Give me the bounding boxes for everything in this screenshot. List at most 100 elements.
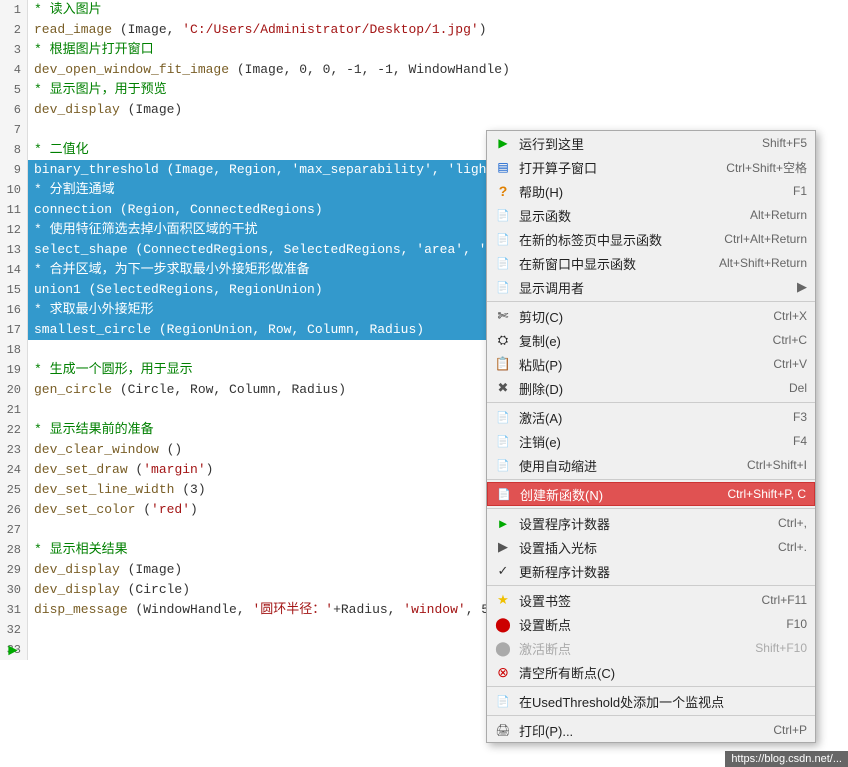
menu-item-shortcut: F3: [793, 410, 807, 424]
menu-item-delete[interactable]: ✖删除(D)Del: [487, 376, 815, 400]
menu-item-label: 更新程序计数器: [519, 562, 610, 581]
line-number: 20: [0, 380, 28, 400]
menu-item-set-bookmark[interactable]: ★设置书签Ctrl+F11: [487, 588, 815, 612]
line-content: dev_display (Image): [28, 100, 182, 120]
line-number: 25: [0, 480, 28, 500]
line-6: 6dev_display (Image): [0, 100, 848, 120]
menu-item-activate-breakpoint[interactable]: ⬤激活断点Shift+F10: [487, 636, 815, 660]
menu-item-clear-breakpoints[interactable]: ⊗清空所有断点(C): [487, 660, 815, 684]
menu-item-label: 设置书签: [519, 591, 571, 610]
line-content: * 二值化: [28, 140, 89, 160]
line-number: 21: [0, 400, 28, 420]
menu-item-label: 激活断点: [519, 639, 571, 658]
line-number: 1: [0, 0, 28, 20]
line-content: dev_set_line_width (3): [28, 480, 206, 500]
menu-item-shortcut: Ctrl+Shift+P, C: [728, 487, 806, 501]
menu-item-show-func-newtab[interactable]: 📄在新的标签页中显示函数Ctrl+Alt+Return: [487, 227, 815, 251]
menu-item-print[interactable]: 🖨 打印(P)... Ctrl+P: [487, 718, 815, 742]
menu-separator: [487, 715, 815, 716]
line-number: 30: [0, 580, 28, 600]
line-content: dev_display (Image): [28, 560, 182, 580]
menu-item-show-func[interactable]: 📄显示函数Alt+Return: [487, 203, 815, 227]
menu-item-help[interactable]: ?帮助(H)F1: [487, 179, 815, 203]
line-content: smallest_circle (RegionUnion, Row, Colum…: [28, 320, 508, 340]
line-3: 3* 根据图片打开窗口: [0, 40, 848, 60]
line-content: * 读入图片: [28, 0, 102, 20]
menu-item-set-breakpoint[interactable]: ⬤设置断点F10: [487, 612, 815, 636]
menu-separator: [487, 508, 815, 509]
line-number: 6: [0, 100, 28, 120]
menu-item-update-pc[interactable]: ✓更新程序计数器: [487, 559, 815, 583]
menu-item-label: 在UsedThreshold处添加一个监视点: [519, 692, 724, 711]
line-number: 19: [0, 360, 28, 380]
doc-icon: 📄: [493, 209, 513, 222]
menu-item-copy[interactable]: ⛭复制(e)Ctrl+C: [487, 328, 815, 352]
line-content: connection (Region, ConnectedRegions): [28, 200, 508, 220]
menu-item-new-function[interactable]: 📄创建新函数(N)Ctrl+Shift+P, C: [487, 482, 815, 506]
menu-separator: [487, 402, 815, 403]
line-number: 16: [0, 300, 28, 320]
line-number: 7: [0, 120, 28, 140]
menu-item-label: 复制(e): [519, 331, 561, 350]
line-content: dev_display (Circle): [28, 580, 190, 600]
menu-item-label: 激活(A): [519, 408, 562, 427]
line-number: 24: [0, 460, 28, 480]
menu-item-label: 清空所有断点(C): [519, 663, 615, 682]
menu-item-shortcut: F1: [793, 184, 807, 198]
menu-item-label: 运行到这里: [519, 134, 584, 153]
print-icon: 🖨: [493, 723, 513, 737]
menu-item-shortcut: Ctrl+V: [773, 357, 807, 371]
line-content: dev_set_color ('red'): [28, 500, 198, 520]
doc-icon: 📄: [493, 257, 513, 270]
menu-item-shortcut: Ctrl+,: [778, 516, 807, 530]
line-number: 2: [0, 20, 28, 40]
line-content: * 显示相关结果: [28, 540, 128, 560]
menu-item-shortcut: Ctrl+Alt+Return: [724, 232, 807, 246]
menu-item-label: 创建新函数(N): [520, 485, 603, 504]
menu-item-label: 注销(e): [519, 432, 561, 451]
line-number: 9: [0, 160, 28, 180]
menu-item-label: 删除(D): [519, 379, 563, 398]
menu-item-shortcut: F10: [786, 617, 807, 631]
doc-icon: 📄: [493, 435, 513, 448]
menu-item-auto-indent[interactable]: 📄使用自动缩进Ctrl+Shift+I: [487, 453, 815, 477]
menu-item-run-here[interactable]: ▶运行到这里Shift+F5: [487, 131, 815, 155]
line-number: 5: [0, 80, 28, 100]
menu-item-set-pc[interactable]: ►设置程序计数器Ctrl+,: [487, 511, 815, 535]
doc-icon: 📄: [493, 281, 513, 294]
menu-item-open-subwindow[interactable]: ▤打开算子窗口Ctrl+Shift+空格: [487, 155, 815, 179]
menu-item-label: 打印(P)...: [519, 721, 573, 740]
menu-item-show-func-newwin[interactable]: 📄在新窗口中显示函数Alt+Shift+Return: [487, 251, 815, 275]
context-menu[interactable]: ▶运行到这里Shift+F5▤打开算子窗口Ctrl+Shift+空格?帮助(H)…: [486, 130, 816, 743]
menu-item-paste[interactable]: 📋粘贴(P)Ctrl+V: [487, 352, 815, 376]
menu-item-set-cursor[interactable]: ▶设置插入光标Ctrl+.: [487, 535, 815, 559]
line-content: select_shape (ConnectedRegions, Selected…: [28, 240, 508, 260]
menu-item-shortcut: Shift+F5: [762, 136, 807, 150]
menu-item-shortcut: Ctrl+.: [778, 540, 807, 554]
menu-item-activate[interactable]: 📄 激活(A) F3: [487, 405, 815, 429]
menu-item-label: 设置断点: [519, 615, 571, 634]
line-content: read_image (Image, 'C:/Users/Administrat…: [28, 20, 487, 40]
line-number: 23: [0, 440, 28, 460]
line-number: 10: [0, 180, 28, 200]
menu-item-shortcut: Ctrl+Shift+I: [747, 458, 807, 472]
doc-icon: 📄: [493, 411, 513, 424]
line-2: 2read_image (Image, 'C:/Users/Administra…: [0, 20, 848, 40]
menu-item-show-callers[interactable]: 📄显示调用者▶: [487, 275, 815, 299]
line-4: 4dev_open_window_fit_image (Image, 0, 0,…: [0, 60, 848, 80]
line-number: 27: [0, 520, 28, 540]
menu-item-shortcut: Ctrl+P: [773, 723, 807, 737]
line-1: 1* 读入图片: [0, 0, 848, 20]
line-number: 14: [0, 260, 28, 280]
red-circle-disabled-icon: ⬤: [493, 640, 513, 657]
menu-item-add-watchpoint[interactable]: 📄在UsedThreshold处添加一个监视点: [487, 689, 815, 713]
line-number: 12: [0, 220, 28, 240]
line-number: 18: [0, 340, 28, 360]
menu-item-comment[interactable]: 📄 注销(e) F4: [487, 429, 815, 453]
line-content: * 使用特征筛选去掉小面积区域的干扰: [28, 220, 508, 240]
line-content: union1 (SelectedRegions, RegionUnion): [28, 280, 508, 300]
menu-item-label: 在新窗口中显示函数: [519, 254, 636, 273]
menu-item-cut[interactable]: ✄剪切(C)Ctrl+X: [487, 304, 815, 328]
menu-item-shortcut: F4: [793, 434, 807, 448]
delete-icon: ✖: [493, 380, 513, 396]
